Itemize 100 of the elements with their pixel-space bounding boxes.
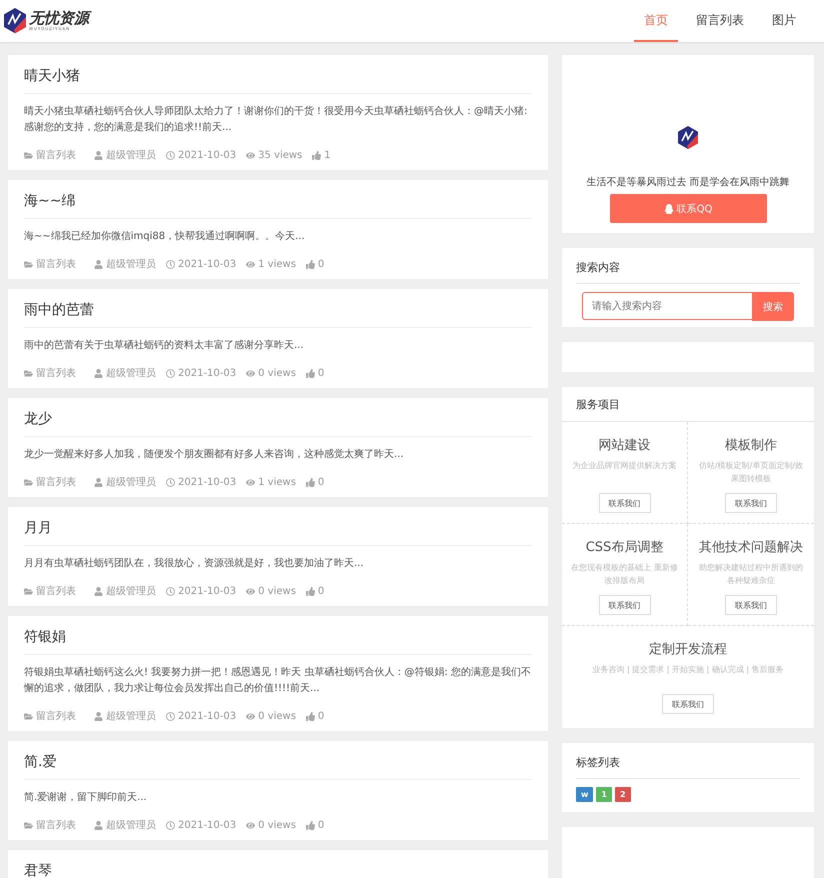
folder-icon: [24, 478, 33, 486]
post-likes: 0: [318, 476, 324, 488]
post-title[interactable]: 简.爱: [24, 751, 532, 780]
clock-icon: [166, 368, 175, 378]
post-views: 0 views: [258, 710, 296, 722]
thumbs-up-icon: [306, 368, 315, 378]
post-author: 超级管理员: [106, 710, 156, 723]
post-likes: 1: [324, 150, 331, 160]
post-title[interactable]: 符银娟: [24, 626, 532, 655]
post-date: 2021-10-03: [178, 150, 236, 160]
post-author: 超级管理员: [106, 476, 156, 489]
contact-button[interactable]: 联系我们: [662, 694, 714, 714]
thumbs-up-icon: [306, 478, 315, 486]
logo-icon: [678, 126, 698, 149]
qq-icon: [664, 204, 674, 214]
logo-icon: [4, 8, 26, 34]
thumbs-up-icon: [306, 586, 315, 596]
post-excerpt: 晴天小猪虫草硒社蛎钙合伙人导师团队太给力了！谢谢你们的干货！很受用今天虫草硒社蛎钙合伙人：@晴天小猪:感谢您的支持，您的满意是我们的追求!!前天...: [24, 104, 528, 135]
service-name: 定制开发流程: [649, 641, 727, 658]
user-icon: [94, 150, 103, 160]
post-excerpt: 符银娟虫草硒社蛎钙这么火! 我要努力拼一把！感恩遇见！昨天 虫草硒社蛎钙合伙人：@符银娟: 您的满意是我们不懈的追求，做团队，我力求让每位会员发挥出自己的价值!!!!前天...: [24, 666, 532, 696]
section-title: 标签列表: [576, 755, 800, 779]
post-likes: 0: [318, 820, 324, 830]
post-likes: 0: [318, 258, 324, 270]
post-excerpt: 龙少一觉醒来好多人加我，随便发个朋友圈都有好多人来咨询，这种感觉太爽了昨天...: [24, 448, 405, 462]
service-name: 网站建设: [598, 437, 650, 454]
post-author: 超级管理员: [106, 366, 156, 380]
post-excerpt: 月月有虫草硒社蛎钙团队在，我很放心，资源强就是好，我也要加油了昨天...: [24, 556, 365, 571]
post-title[interactable]: 晴天小猪: [24, 65, 532, 94]
clock-icon: [166, 820, 175, 830]
post-likes: 0: [318, 368, 324, 378]
contact-button[interactable]: 联系我们: [598, 595, 650, 615]
post-date: 2021-10-03: [178, 368, 236, 378]
post-title[interactable]: 雨中的芭蕾: [24, 299, 532, 328]
post-date: 2021-10-03: [178, 586, 236, 596]
clock-icon: [166, 478, 175, 486]
motto-text: 生活不是等暴风雨过去 而是学会在风雨中跳舞: [586, 176, 790, 189]
eye-icon: [246, 260, 256, 268]
contact-button[interactable]: 联系我们: [725, 595, 777, 615]
clock-icon: [166, 586, 175, 596]
post-views: 0 views: [258, 586, 296, 596]
post-excerpt: 海~~绵我已经加你微信imqi88，快帮我通过啊啊啊。。今天...: [24, 230, 306, 244]
post-title[interactable]: 月月: [24, 517, 532, 546]
folder-icon: [24, 368, 33, 378]
post-likes: 0: [318, 710, 324, 722]
service-description: 业务咨询 | 提交需求 | 开始实施 | 确认完成 | 售后服务: [592, 664, 784, 676]
search-field[interactable]: 请输入搜索内容: [582, 292, 752, 320]
clock-icon: [166, 150, 175, 160]
tag[interactable]: 2: [614, 787, 631, 802]
nav-tab[interactable]: 留言列表: [686, 0, 754, 42]
thumbs-up-icon: [306, 260, 315, 268]
thumbs-up-icon: [306, 712, 315, 720]
eye-icon: [246, 712, 256, 720]
post-views: 0 views: [258, 368, 296, 378]
user-icon: [94, 586, 103, 596]
folder-icon: [24, 260, 33, 268]
post-date: 2021-10-03: [178, 476, 236, 488]
post-excerpt: 雨中的芭蕾有关于虫草硒社蛎钙的资料太丰富了感谢分享昨天...: [24, 338, 305, 353]
post-views: 1 views: [258, 476, 296, 488]
post-date: 2021-10-03: [178, 820, 236, 830]
folder-icon: [24, 712, 33, 720]
thumbs-up-icon: [312, 150, 322, 160]
contact-button[interactable]: 联系我们: [598, 493, 650, 513]
user-icon: [94, 260, 103, 268]
post-title[interactable]: 海~~绵: [24, 190, 532, 219]
service-description: 在您现有模板的基础上 重新修改排版布局: [570, 562, 679, 587]
post-author: 超级管理员: [106, 148, 156, 162]
clock-icon: [166, 260, 175, 268]
post-views: 0 views: [258, 820, 296, 830]
eye-icon: [246, 150, 256, 160]
post-date: 2021-10-03: [178, 710, 236, 722]
nav-tab[interactable]: 图片: [762, 0, 806, 42]
eye-icon: [246, 478, 256, 486]
clock-icon: [166, 712, 175, 720]
service-name: CSS布局调整: [586, 539, 664, 556]
post-title[interactable]: 龙少: [24, 408, 532, 437]
service-description: 为企业品牌官网提供解决方案: [572, 460, 676, 472]
folder-icon: [24, 820, 33, 830]
service-name: 模板制作: [725, 437, 777, 454]
user-icon: [94, 712, 103, 720]
section-title: 搜索内容: [576, 260, 800, 284]
tag[interactable]: w: [576, 787, 594, 802]
post-author: 超级管理员: [106, 818, 156, 832]
post-author: 超级管理员: [106, 584, 156, 598]
post-title[interactable]: 君琴: [24, 860, 532, 878]
post-views: 1 views: [258, 258, 296, 270]
eye-icon: [246, 820, 256, 830]
user-icon: [94, 368, 103, 378]
post-views: 35 views: [258, 150, 302, 160]
user-icon: [94, 478, 103, 486]
post-author: 超级管理员: [106, 258, 156, 271]
service-name: 其他技术问题解决: [699, 539, 803, 556]
eye-icon: [246, 586, 256, 596]
contact-button[interactable]: 联系我们: [725, 493, 777, 513]
post-date: 2021-10-03: [178, 258, 236, 270]
folder-icon: [24, 150, 33, 160]
user-icon: [94, 820, 103, 830]
folder-icon: [24, 586, 33, 596]
service-description: 助您解决建站过程中所遇到的各种疑难杂症: [698, 562, 804, 587]
service-description: 仿站/模板定制/单页面定制/效果图转模板: [698, 460, 804, 485]
